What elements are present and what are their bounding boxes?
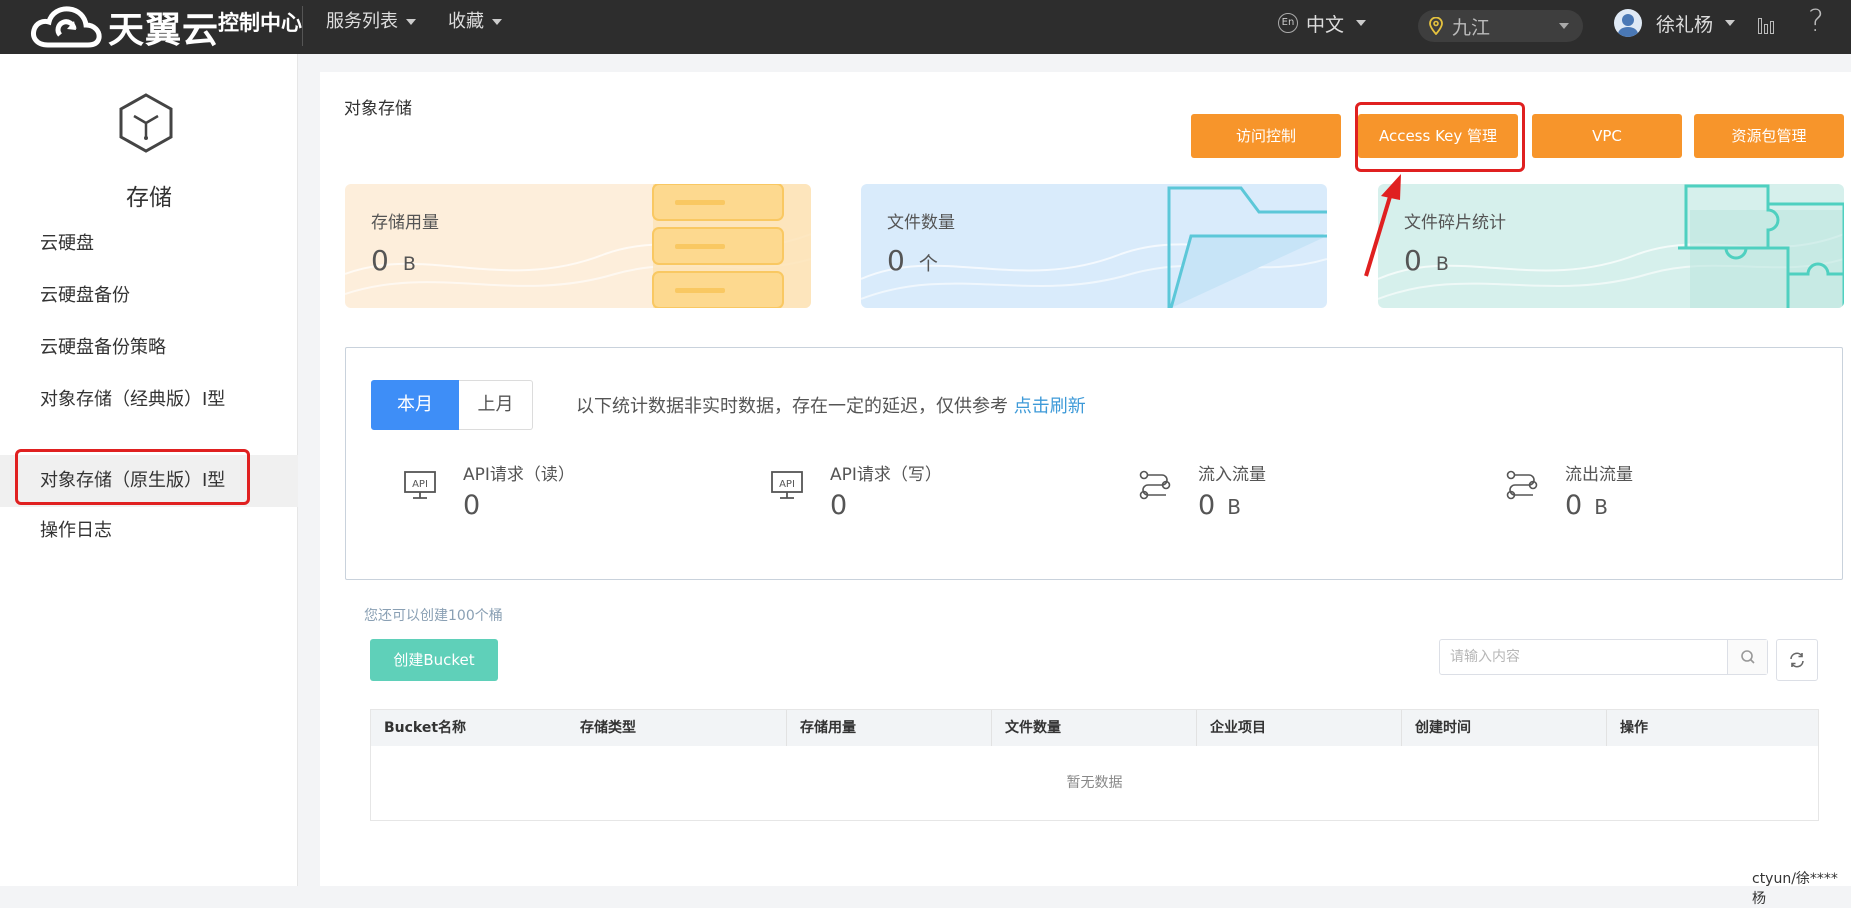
sidebar-item-disk-backup[interactable]: 云硬盘备份	[0, 270, 298, 322]
column-header-actions: 操作	[1606, 710, 1818, 746]
refresh-link[interactable]: 点击刷新	[1014, 396, 1086, 417]
metric-inbound-traffic-unit: B	[1227, 495, 1241, 519]
sidebar-item-operation-log[interactable]: 操作日志	[0, 505, 298, 557]
chevron-down-icon	[492, 19, 502, 25]
nav-services-menu[interactable]: 服务列表	[326, 0, 416, 46]
api-monitor-icon: API	[771, 471, 803, 499]
card-fragment-stats-number: 0	[1404, 244, 1422, 277]
chevron-down-icon	[1356, 20, 1367, 26]
traffic-flow-icon	[1139, 470, 1171, 500]
bucket-quota-note: 您还可以创建100个桶	[364, 608, 503, 624]
bar-chart-icon[interactable]	[1758, 16, 1776, 34]
nav-favorites-label: 收藏	[448, 11, 484, 32]
sidebar-item-object-storage-classic[interactable]: 对象存储（经典版）Ⅰ型	[0, 374, 298, 426]
metric-inbound-traffic-value: 0B	[1198, 490, 1241, 521]
chevron-down-icon	[1559, 23, 1569, 29]
card-storage-usage-unit: B	[402, 253, 416, 275]
api-monitor-icon: API	[404, 471, 436, 499]
metric-outbound-traffic-unit: B	[1594, 495, 1608, 519]
footer-user-label: ctyun/徐****杨	[1752, 871, 1838, 907]
stats-note: 以下统计数据非实时数据，存在一定的延迟，仅供参考 点击刷新	[576, 392, 1086, 418]
card-file-count: 文件数量 0个	[861, 184, 1327, 308]
search-button[interactable]	[1727, 640, 1767, 674]
search-icon	[1740, 650, 1755, 664]
sidebar-item-cloud-disk[interactable]: 云硬盘	[0, 218, 298, 270]
nav-favorites-menu[interactable]: 收藏	[448, 0, 502, 46]
table-header: Bucket名称 存储类型 存储用量 文件数量 企业项目 创建时间 操作	[371, 710, 1818, 746]
svg-text:API: API	[412, 479, 428, 490]
stats-note-text: 以下统计数据非实时数据，存在一定的延迟，仅供参考	[576, 396, 1008, 417]
avatar	[1614, 9, 1642, 37]
card-file-count-number: 0	[887, 244, 905, 277]
chevron-down-icon	[1725, 20, 1736, 26]
svg-text:API: API	[779, 479, 795, 490]
card-fragment-stats-value: 0B	[1404, 244, 1449, 277]
nav-services-label: 服务列表	[326, 11, 398, 32]
sidebar: 存储 云硬盘 云硬盘备份 云硬盘备份策略 对象存储（经典版）Ⅰ型 对象存储（原生…	[0, 54, 298, 886]
cloud-logo-icon	[31, 6, 102, 48]
column-header-created-time[interactable]: 创建时间	[1401, 710, 1606, 746]
sidebar-title: 存储	[126, 185, 172, 211]
language-selector[interactable]: En 中文	[1278, 0, 1367, 46]
brand-logo[interactable]: 天翼云	[30, 0, 219, 54]
user-menu[interactable]: 徐礼杨	[1614, 0, 1736, 46]
nav-divider	[302, 6, 303, 46]
metric-api-write-value: 0	[830, 490, 848, 521]
card-file-count-value: 0个	[887, 244, 938, 277]
refresh-icon	[1790, 652, 1804, 668]
column-header-storage-type[interactable]: 存储类型	[567, 710, 777, 746]
vpc-button[interactable]: VPC	[1532, 114, 1682, 158]
table-empty-state: 暂无数据	[1066, 775, 1123, 791]
column-header-file-count[interactable]: 文件数量	[991, 710, 1196, 746]
page-title: 对象存储	[344, 99, 412, 119]
card-fragment-stats-label: 文件碎片统计	[1404, 213, 1506, 233]
bucket-table: Bucket名称 存储类型 存储用量 文件数量 企业项目 创建时间 操作 暂无数…	[370, 709, 1819, 821]
metric-api-read-label: API请求（读）	[463, 465, 575, 485]
metric-inbound-traffic-label: 流入流量	[1198, 465, 1266, 485]
metric-outbound-traffic-number: 0	[1565, 490, 1583, 521]
metric-inbound-traffic-number: 0	[1198, 490, 1216, 521]
region-label: 九江	[1452, 16, 1491, 39]
column-header-bucket-name[interactable]: Bucket名称	[371, 710, 549, 746]
card-file-count-label: 文件数量	[887, 213, 955, 233]
region-selector[interactable]: 九江	[1418, 10, 1583, 42]
metric-outbound-traffic-label: 流出流量	[1565, 465, 1633, 485]
access-control-button[interactable]: 访问控制	[1191, 114, 1341, 158]
card-storage-usage-value: 0B	[371, 244, 416, 277]
chevron-down-icon	[406, 19, 416, 25]
bucket-search	[1439, 639, 1768, 675]
card-storage-usage: 存储用量 0B	[345, 184, 811, 308]
create-bucket-button[interactable]: 创建Bucket	[370, 639, 498, 681]
sidebar-item-backup-policy[interactable]: 云硬盘备份策略	[0, 322, 298, 374]
card-storage-usage-number: 0	[371, 244, 389, 277]
resource-package-button[interactable]: 资源包管理	[1694, 114, 1844, 158]
tab-this-month[interactable]: 本月	[371, 380, 459, 430]
search-input[interactable]	[1450, 640, 1720, 674]
card-storage-usage-label: 存储用量	[371, 213, 439, 233]
top-navigation-bar: 天翼云 控制中心 服务列表 收藏 En 中文 九江 徐礼杨 ?	[0, 0, 1851, 54]
cube-storage-icon	[119, 93, 173, 153]
sidebar-item-object-storage-native[interactable]: 对象存储（原生版）Ⅰ型	[0, 455, 298, 507]
card-fragment-stats-unit: B	[1435, 253, 1449, 275]
location-pin-icon	[1429, 17, 1443, 35]
user-name: 徐礼杨	[1656, 13, 1714, 36]
language-label: 中文	[1306, 13, 1345, 36]
brand-name: 天翼云	[108, 10, 220, 51]
tab-last-month[interactable]: 上月	[459, 380, 533, 430]
column-header-storage-usage[interactable]: 存储用量	[786, 710, 991, 746]
metric-outbound-traffic-value: 0B	[1565, 490, 1608, 521]
refresh-button[interactable]	[1776, 639, 1818, 681]
help-icon[interactable]: ?	[1808, 4, 1824, 39]
traffic-flow-icon	[1506, 470, 1538, 500]
usage-stats-panel: 本月 上月 以下统计数据非实时数据，存在一定的延迟，仅供参考 点击刷新 API …	[345, 347, 1843, 580]
console-label[interactable]: 控制中心	[218, 0, 302, 54]
column-header-enterprise-project[interactable]: 企业项目	[1196, 710, 1401, 746]
metric-api-read-value: 0	[463, 490, 481, 521]
card-file-count-unit: 个	[918, 253, 938, 275]
access-key-button[interactable]: Access Key 管理	[1358, 114, 1518, 158]
globe-en-icon: En	[1278, 13, 1298, 33]
metric-api-write-label: API请求（写）	[830, 465, 942, 485]
card-fragment-stats: 文件碎片统计 0B	[1378, 184, 1844, 308]
